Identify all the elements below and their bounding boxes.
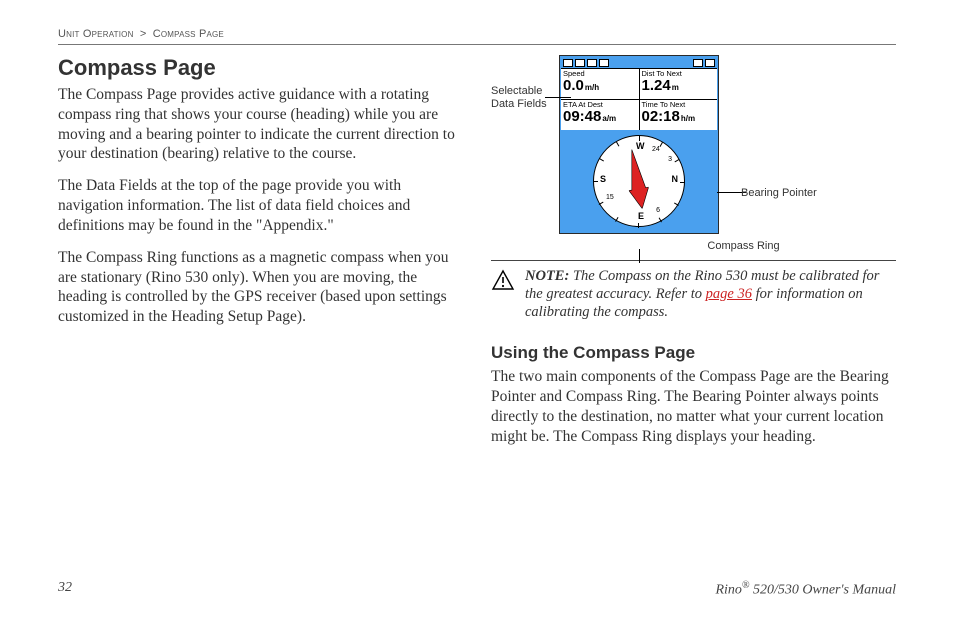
page-number: 32 [58,580,72,599]
breadcrumb-separator: > [140,28,147,40]
dial-number: 24 [652,146,660,153]
registered-mark: ® [742,580,750,591]
compass-figure: Selectable Data Fields [491,55,896,234]
tick-mark [599,158,604,161]
breadcrumb-section: Unit Operation [58,28,134,40]
compass-ring: N E S W 24 15 3 6 [593,135,685,227]
data-field: ETA At Dest 09:48a/m [561,100,639,130]
data-field: Dist To Next 1.24m [640,69,718,99]
note-rule [491,260,896,261]
field-value: 02:18 [642,109,680,124]
breadcrumb-page: Compass Page [153,28,224,40]
breadcrumb: Unit Operation > Compass Page [58,28,896,40]
tick-mark [675,159,680,162]
field-value: 09:48 [563,109,601,124]
callout-datafields: Selectable Data Fields [491,55,551,110]
tick-mark [616,142,619,147]
note-text: NOTE: The Compass on the Rino 530 must b… [525,267,896,321]
menu-icon [693,59,703,67]
data-fields-grid: Speed 0.0m/h Dist To Next 1.24m ETA At D… [561,68,717,130]
note-block: NOTE: The Compass on the Rino 530 must b… [491,267,896,321]
header-rule [58,44,896,45]
subheading: Using the Compass Page [491,343,896,363]
callout-line [639,249,640,263]
compass-area: N E S W 24 15 3 6 [561,130,717,232]
body-paragraph: The Compass Ring functions as a magnetic… [58,248,463,327]
tick-mark [660,142,663,147]
tick-mark [593,181,598,182]
warning-icon [491,269,515,293]
body-paragraph: The two main components of the Compass P… [491,367,896,446]
manual-title: Rino® 520/530 Owner's Manual [715,580,896,599]
left-column: Compass Page The Compass Page provides a… [58,55,463,459]
dial-number: 6 [656,207,660,214]
close-icon [705,59,715,67]
right-column: Selectable Data Fields [491,55,896,459]
cardinal-s: S [600,174,606,184]
field-unit: m/h [585,84,599,92]
tick-mark [599,202,604,205]
manual-suffix: 520/530 Owner's Manual [750,583,897,598]
cardinal-n: N [672,174,679,184]
signal-icon [575,59,585,67]
tick-mark [615,217,618,222]
page-title: Compass Page [58,55,463,81]
status-icon [599,59,609,67]
field-unit: m [672,84,679,92]
tick-mark [680,182,685,183]
body-paragraph: The Data Fields at the top of the page p… [58,176,463,235]
status-bar [561,57,717,68]
tick-mark [659,218,662,223]
battery-icon [563,59,573,67]
body-paragraph: The Compass Page provides active guidanc… [58,85,463,164]
data-field: Speed 0.0m/h [561,69,639,99]
data-field: Time To Next 02:18h/m [640,100,718,130]
bearing-pointer-icon [622,148,652,211]
tick-mark [674,203,679,206]
device-screen: Speed 0.0m/h Dist To Next 1.24m ETA At D… [559,55,719,234]
field-unit: a/m [602,115,616,123]
callout-bearing: Bearing Pointer [741,187,817,199]
field-value: 0.0 [563,78,584,93]
tick-mark [638,223,639,228]
product-name: Rino [715,583,741,598]
callout-line [545,97,571,98]
dial-number: 3 [668,156,672,163]
cardinal-e: E [638,211,644,221]
field-unit: h/m [681,115,695,123]
field-value: 1.24 [642,78,671,93]
page-footer: 32 Rino® 520/530 Owner's Manual [58,580,896,599]
note-label: NOTE: [525,268,569,284]
callout-compass-ring: Compass Ring [591,240,896,252]
note-link[interactable]: page 36 [706,286,752,302]
dial-number: 15 [606,194,614,201]
gps-icon [587,59,597,67]
